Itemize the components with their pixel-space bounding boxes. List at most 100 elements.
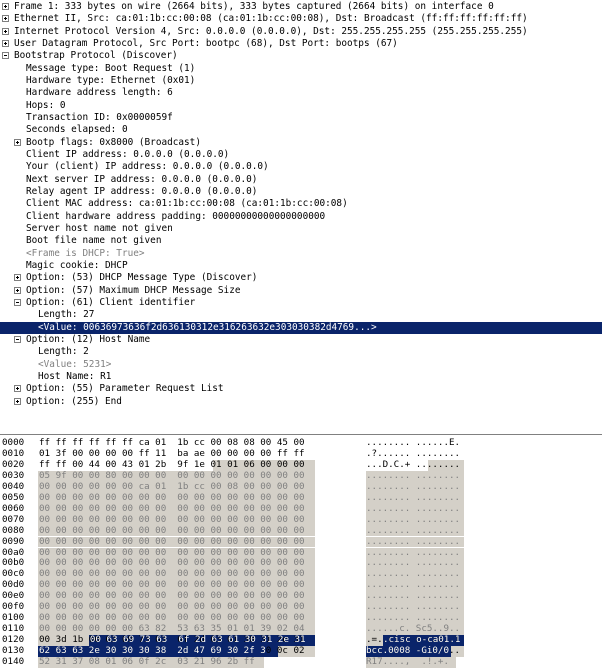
tree-row[interactable]: <Value: 00636973636f2d636130312e31626363…	[0, 321, 602, 334]
tree-row-label: Relay agent IP address: 0.0.0.0 (0.0.0.0…	[26, 185, 258, 197]
hex-bytes[interactable]: 00 00 00 00 00 00 00 00 00 00 00 00 00 0…	[39, 525, 305, 537]
tree-row[interactable]: Client MAC address: ca:01:1b:cc:00:08 (c…	[0, 198, 602, 210]
tree-row-label: Internet Protocol Version 4, Src: 0.0.0.…	[14, 25, 528, 37]
tree-row[interactable]: Length: 27	[0, 309, 602, 321]
tree-row-label: <Value: 00636973636f2d636130312e31626363…	[38, 321, 377, 333]
tree-row-label: Server host name not given	[26, 222, 173, 234]
expand-icon[interactable]	[14, 138, 21, 146]
pane-splitter[interactable]	[0, 434, 602, 436]
tree-row-label: Host Name: R1	[38, 370, 112, 382]
hex-ascii[interactable]: ........ ........	[366, 536, 460, 548]
tree-row-label: Next server IP address: 0.0.0.0 (0.0.0.0…	[26, 173, 258, 185]
tree-row[interactable]: Boot file name not given	[0, 235, 602, 247]
expand-icon[interactable]	[14, 397, 21, 405]
hex-bytes[interactable]: 00 00 00 00 00 00 00 00 00 00 00 00 00 0…	[39, 536, 305, 548]
tree-row-label: Bootstrap Protocol (Discover)	[14, 50, 178, 62]
hex-bytes[interactable]: 52 31 37 08 01 06 0f 2c 03 21 96 2b ff	[39, 656, 255, 668]
tree-row-label: <Value: 5231>	[38, 358, 112, 370]
tree-row-label: Option: (57) Maximum DHCP Message Size	[26, 284, 241, 296]
hex-offset: 0070	[2, 513, 25, 525]
tree-row[interactable]: User Datagram Protocol, Src Port: bootpc…	[0, 38, 602, 50]
hex-row[interactable]: 0050 00 00 00 00 00 00 00 00 00 00 00 00 …	[0, 492, 602, 504]
tree-row[interactable]: Bootp flags: 0x8000 (Broadcast)	[0, 137, 602, 149]
tree-row-label: Frame 1: 333 bytes on wire (2664 bits), …	[14, 1, 494, 12]
hex-row[interactable]: 0090 00 00 00 00 00 00 00 00 00 00 00 00 …	[0, 535, 602, 548]
tree-row-label: Ethernet II, Src: ca:01:1b:cc:00:08 (ca:…	[14, 13, 528, 25]
tree-row[interactable]: Hops: 0	[0, 100, 602, 112]
tree-row-label: Your (client) IP address: 0.0.0.0 (0.0.0…	[26, 161, 269, 173]
expand-icon[interactable]	[14, 385, 21, 393]
tree-row[interactable]: Hardware address length: 6	[0, 87, 602, 99]
tree-row[interactable]: Client IP address: 0.0.0.0 (0.0.0.0)	[0, 149, 602, 161]
tree-row[interactable]: Length: 2	[0, 346, 602, 358]
tree-row-label: Option: (12) Host Name	[26, 333, 151, 345]
tree-row[interactable]: Frame 1: 333 bytes on wire (2664 bits), …	[0, 1, 602, 13]
tree-row-label: Client MAC address: ca:01:1b:cc:00:08 (c…	[26, 198, 348, 210]
tree-row-label: Boot file name not given	[26, 235, 162, 247]
tree-row-label: Option: (61) Client identifier	[26, 296, 196, 308]
tree-row[interactable]: Next server IP address: 0.0.0.0 (0.0.0.0…	[0, 174, 602, 186]
tree-row-label: Bootp flags: 0x8000 (Broadcast)	[26, 136, 201, 148]
tree-row[interactable]: Option: (53) DHCP Message Type (Discover…	[0, 272, 602, 284]
hex-row[interactable]: 0140 52 31 37 08 01 06 0f 2c 03 21 96 2b …	[0, 656, 602, 668]
tree-row[interactable]: Ethernet II, Src: ca:01:1b:cc:00:08 (ca:…	[0, 13, 602, 25]
expand-icon[interactable]	[14, 274, 21, 282]
tree-row[interactable]: Message type: Boot Request (1)	[0, 63, 602, 75]
tree-row[interactable]: Host Name: R1	[0, 371, 602, 383]
hex-bytes[interactable]: 00 00 00 00 00 00 00 00 00 00 00 00 00 0…	[39, 514, 305, 526]
tree-row[interactable]: Seconds elapsed: 0	[0, 124, 602, 136]
tree-row[interactable]: Relay agent IP address: 0.0.0.0 (0.0.0.0…	[0, 186, 602, 198]
hex-row[interactable]: 0080 00 00 00 00 00 00 00 00 00 00 00 00 …	[0, 524, 602, 537]
tree-row[interactable]: <Frame is DHCP: True>	[0, 248, 602, 260]
tree-row-label: Magic cookie: DHCP	[26, 259, 128, 271]
tree-row[interactable]: Option: (12) Host Name	[0, 334, 602, 346]
hex-offset: 0080	[2, 524, 25, 536]
collapse-icon[interactable]	[14, 298, 21, 306]
hex-row[interactable]: 0060 00 00 00 00 00 00 00 00 00 00 00 00 …	[0, 502, 602, 515]
tree-row-label: Hardware address length: 6	[26, 87, 173, 99]
packet-details-pane[interactable]: Frame 1: 333 bytes on wire (2664 bits), …	[0, 0, 602, 434]
tree-row-label: Length: 2	[38, 346, 89, 358]
tree-row-label: Hardware type: Ethernet (0x01)	[26, 74, 196, 86]
hex-row[interactable]: 0070 00 00 00 00 00 00 00 00 00 00 00 00 …	[0, 513, 602, 526]
tree-row[interactable]: Option: (61) Client identifier	[0, 297, 602, 309]
packet-bytes-pane[interactable]: 0000 ff ff ff ff ff ff ca 01 1b cc 00 08 …	[0, 437, 602, 668]
hex-ascii[interactable]: ........ ........	[366, 503, 460, 515]
tree-row-label: Option: (53) DHCP Message Type (Discover…	[26, 272, 258, 284]
expand-icon[interactable]	[2, 27, 9, 35]
tree-row[interactable]: Magic cookie: DHCP	[0, 260, 602, 272]
tree-row[interactable]: Your (client) IP address: 0.0.0.0 (0.0.0…	[0, 161, 602, 173]
collapse-icon[interactable]	[2, 52, 9, 60]
tree-row[interactable]: Bootstrap Protocol (Discover)	[0, 50, 602, 62]
tree-row[interactable]: Option: (255) End	[0, 396, 602, 408]
tree-row-label: Option: (255) End	[26, 395, 122, 407]
collapse-icon[interactable]	[14, 335, 21, 343]
expand-icon[interactable]	[2, 39, 9, 47]
expand-icon[interactable]	[2, 15, 9, 23]
hex-ascii[interactable]: ........ ........	[366, 514, 460, 526]
tree-row[interactable]: Internet Protocol Version 4, Src: 0.0.0.…	[0, 26, 602, 38]
tree-row-label: User Datagram Protocol, Src Port: bootpc…	[14, 37, 398, 49]
hex-ascii[interactable]: ........ ........	[366, 525, 460, 537]
tree-row-label: Seconds elapsed: 0	[26, 124, 128, 136]
hex-ascii[interactable]: R17...., .!.+.	[366, 656, 449, 668]
tree-row-label: <Frame is DHCP: True>	[26, 247, 145, 259]
expand-icon[interactable]	[2, 3, 9, 10]
tree-row[interactable]: Hardware type: Ethernet (0x01)	[0, 75, 602, 87]
tree-row-label: Hops: 0	[26, 99, 66, 111]
hex-offset: 0060	[2, 502, 25, 514]
expand-icon[interactable]	[14, 286, 21, 294]
tree-row-label: Transaction ID: 0x0000059f	[26, 111, 173, 123]
tree-row[interactable]: Server host name not given	[0, 223, 602, 235]
tree-row[interactable]: <Value: 5231>	[0, 359, 602, 371]
tree-row[interactable]: Client hardware address padding: 0000000…	[0, 211, 602, 223]
tree-row[interactable]: Option: (55) Parameter Request List	[0, 383, 602, 395]
hex-offset: 0140	[2, 656, 25, 667]
hex-offset: 0090	[2, 535, 25, 547]
hex-bytes[interactable]: 00 00 00 00 00 00 00 00 00 00 00 00 00 0…	[39, 503, 305, 515]
tree-row-label: Length: 27	[38, 309, 95, 321]
tree-row-label: Client IP address: 0.0.0.0 (0.0.0.0)	[26, 148, 230, 160]
tree-row[interactable]: Transaction ID: 0x0000059f	[0, 112, 602, 124]
tree-row-label: Message type: Boot Request (1)	[26, 62, 196, 74]
tree-row[interactable]: Option: (57) Maximum DHCP Message Size	[0, 285, 602, 297]
